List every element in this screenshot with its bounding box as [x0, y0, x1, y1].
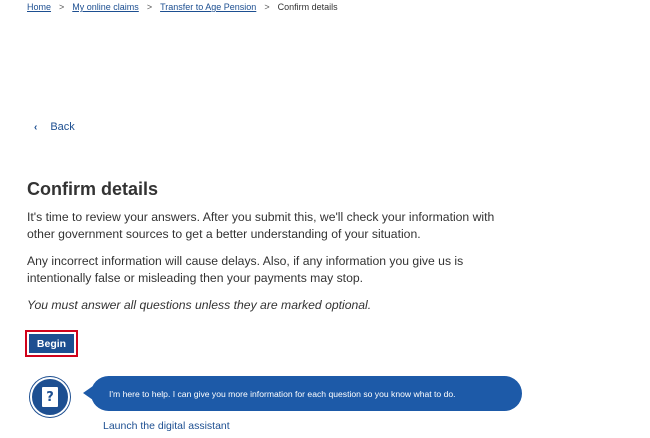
breadcrumb-home-link[interactable]: Home: [27, 2, 51, 12]
breadcrumb-separator: >: [264, 2, 270, 12]
launch-assistant-link[interactable]: Launch the digital assistant: [103, 420, 230, 432]
chevron-left-icon: ‹: [34, 121, 38, 133]
intro-paragraph: It's time to review your answers. After …: [27, 210, 495, 241]
breadcrumb: Home > My online claims > Transfer to Ag…: [27, 2, 338, 12]
breadcrumb-separator: >: [146, 2, 153, 12]
warning-paragraph: Any incorrect information will cause del…: [27, 254, 464, 285]
begin-button-focus-ring: Begin: [25, 330, 78, 357]
back-link[interactable]: ‹ Back: [34, 121, 75, 133]
assistant-message: I'm here to help. I can give you more in…: [109, 388, 456, 399]
assistant-message-bubble: I'm here to help. I can give you more in…: [83, 376, 522, 411]
breadcrumb-separator: >: [59, 2, 65, 12]
breadcrumb-transfer-link[interactable]: Transfer to Age Pension: [160, 2, 256, 12]
page-title: Confirm details: [27, 179, 159, 199]
help-document-icon: ?: [42, 387, 58, 407]
instruction-paragraph: You must answer all questions unless the…: [27, 298, 372, 312]
begin-button[interactable]: Begin: [29, 334, 74, 353]
back-label: Back: [50, 121, 75, 133]
breadcrumb-my-online-claims-link[interactable]: My online claims: [72, 2, 139, 12]
digital-assistant-button[interactable]: ?: [30, 377, 70, 417]
breadcrumb-current: Confirm details: [277, 2, 338, 12]
